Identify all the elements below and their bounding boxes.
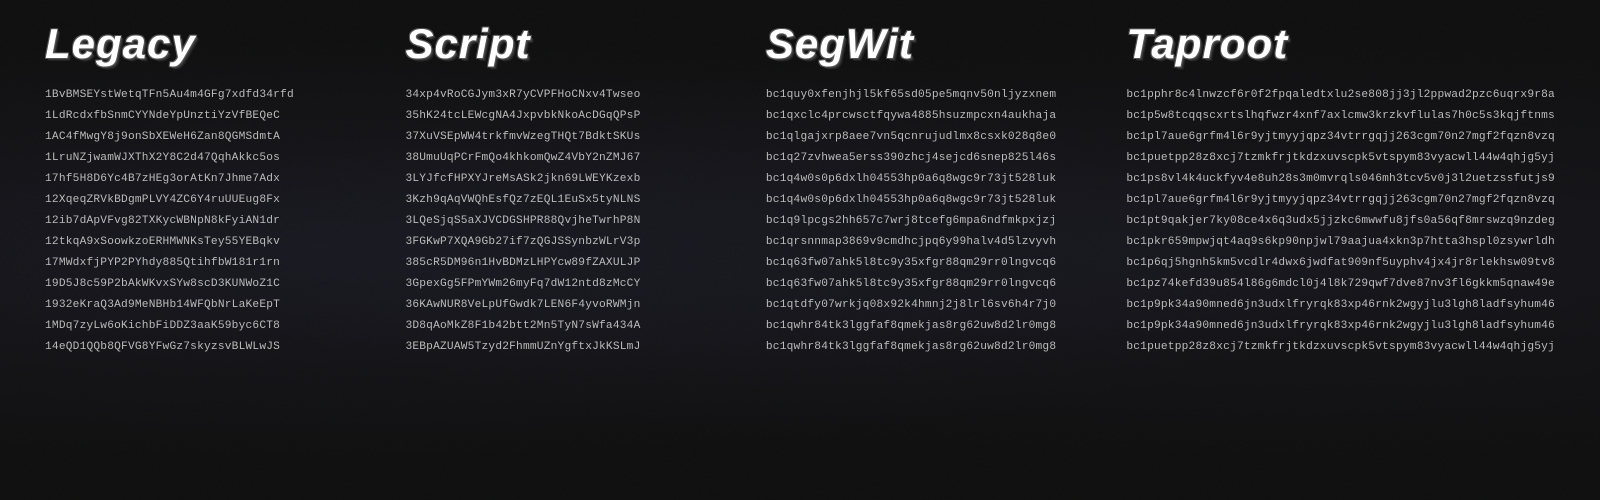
title-legacy: Legacy xyxy=(45,20,375,68)
address-item[interactable]: 1AC4fMwgY8j9onSbXEWeH6Zan8QGMSdmtA xyxy=(45,128,375,147)
column-legacy: Legacy 1BvBMSEYstWetqTFn5Au4m4GFg7xdfd34r… xyxy=(30,20,390,357)
address-item[interactable]: 19D5J8c59P2bAkWKvxSYw8scD3KUNWoZ1C xyxy=(45,275,375,294)
address-item[interactable]: 1BvBMSEYstWetqTFn5Au4m4GFg7xdfd34rfd xyxy=(45,86,375,105)
address-item[interactable]: bc1qwhr84tk3lggfaf8qmekjas8rg62uw8d2lr0m… xyxy=(766,338,1096,357)
column-taproot: Taproot bc1pphr8c4lnwzcf6r0f2fpqaledtxlu2… xyxy=(1111,20,1570,357)
address-item[interactable]: 1932eKraQ3Ad9MeNBHb14WFQbNrLaKeEpT xyxy=(45,296,375,315)
address-item[interactable]: bc1pphr8c4lnwzcf6r0f2fpqaledtxlu2se808jj… xyxy=(1126,86,1555,105)
address-item[interactable]: bc1qrsnnmap3869v9cmdhcjpq6y99halv4d5lzvy… xyxy=(766,233,1096,252)
address-item[interactable]: bc1q63fw07ahk5l8tc9y35xfgr88qm29rr0lngvc… xyxy=(766,275,1096,294)
title-segwit: SegWit xyxy=(766,20,1096,68)
address-item[interactable]: bc1quy0xfenjhjl5kf65sd05pe5mqnv50nljyzxn… xyxy=(766,86,1096,105)
address-item[interactable]: bc1qwhr84tk3lggfaf8qmekjas8rg62uw8d2lr0m… xyxy=(766,317,1096,336)
column-script: Script 34xp4vRoCGJym3xR7yCVPFHoCNxv4Twseo… xyxy=(390,20,750,357)
address-item[interactable]: bc1puetpp28z8xcj7tzmkfrjtkdzxuvscpk5vtsp… xyxy=(1126,149,1555,168)
address-item[interactable]: bc1pz74kefd39u854l86g6mdcl0j4l8k729qwf7d… xyxy=(1126,275,1555,294)
address-item[interactable]: 38UmuUqPCrFmQo4khkomQwZ4VbY2nZMJ67 xyxy=(405,149,735,168)
address-item[interactable]: bc1pt9qakjer7ky08ce4x6q3udx5jjzkc6mwwfu8… xyxy=(1126,212,1555,231)
address-item[interactable]: bc1qxclc4prcwsctfqywa4885hsuzmpcxn4aukha… xyxy=(766,107,1096,126)
address-item[interactable]: bc1q4w0s0p6dxlh04553hp0a6q8wgc9r73jt528l… xyxy=(766,191,1096,210)
address-item[interactable]: 12tkqA9xSoowkzoERHMWNKsTey55YEBqkv xyxy=(45,233,375,252)
address-item[interactable]: 12ib7dApVFvg82TXKycWBNpN8kFyiAN1dr xyxy=(45,212,375,231)
address-item[interactable]: 17MWdxfjPYP2PYhdy885QtihfbW181r1rn xyxy=(45,254,375,273)
title-script: Script xyxy=(405,20,735,68)
address-item[interactable]: bc1p9pk34a90mned6jn3udxlfryrqk83xp46rnk2… xyxy=(1126,296,1555,315)
address-item[interactable]: bc1q63fw07ahk5l8tc9y35xfgr88qm29rr0lngvc… xyxy=(766,254,1096,273)
address-item[interactable]: bc1puetpp28z8xcj7tzmkfrjtkdzxuvscpk5vtsp… xyxy=(1126,338,1555,357)
address-item[interactable]: bc1pl7aue6grfm4l6r9yjtmyyjqpz34vtrrgqjj2… xyxy=(1126,191,1555,210)
address-item[interactable]: bc1p6qj5hgnh5km5vcdlr4dwx6jwdfat909nf5uy… xyxy=(1126,254,1555,273)
address-item[interactable]: bc1pl7aue6grfm4l6r9yjtmyyjqpz34vtrrgqjj2… xyxy=(1126,128,1555,147)
title-taproot: Taproot xyxy=(1126,20,1555,68)
address-item[interactable]: 1LruNZjwamWJXThX2Y8C2d47QqhAkkc5os xyxy=(45,149,375,168)
address-item[interactable]: bc1q9lpcgs2hh657c7wrj8tcefg6mpa6ndfmkpxj… xyxy=(766,212,1096,231)
address-item[interactable]: 3Kzh9qAqVWQhEsfQz7zEQL1EuSx5tyNLNS xyxy=(405,191,735,210)
address-item[interactable]: bc1qlgajxrp8aee7vn5qcnrujudlmx8csxk028q8… xyxy=(766,128,1096,147)
address-item[interactable]: 3D8qAoMkZ8F1b42btt2Mn5TyN7sWfa434A xyxy=(405,317,735,336)
address-item[interactable]: bc1q27zvhwea5erss390zhcj4sejcd6snep825l4… xyxy=(766,149,1096,168)
address-item[interactable]: 3EBpAZUAW5Tzyd2FhmmUZnYgftxJkKSLmJ xyxy=(405,338,735,357)
address-item[interactable]: 3LQeSjqS5aXJVCDGSHPR88QvjheTwrhP8N xyxy=(405,212,735,231)
address-list-taproot: bc1pphr8c4lnwzcf6r0f2fpqaledtxlu2se808jj… xyxy=(1126,86,1555,357)
address-item[interactable]: 3FGKwP7XQA9Gb27if7zQGJSSynbzWLrV3p xyxy=(405,233,735,252)
address-item[interactable]: bc1p9pk34a90mned6jn3udxlfryrqk83xp46rnk2… xyxy=(1126,317,1555,336)
address-item[interactable]: bc1pkr659mpwjqt4aq9s6kp90npjwl79aajua4xk… xyxy=(1126,233,1555,252)
address-list-legacy: 1BvBMSEYstWetqTFn5Au4m4GFg7xdfd34rfd 1LdR… xyxy=(45,86,375,357)
address-item[interactable]: bc1p5w8tcqqscxrtslhqfwzr4xnf7axlcmw3krzk… xyxy=(1126,107,1555,126)
address-item[interactable]: 14eQD1QQb8QFVG8YFwGz7skyzsvBLWLwJS xyxy=(45,338,375,357)
column-segwit: SegWit bc1quy0xfenjhjl5kf65sd05pe5mqnv50n… xyxy=(751,20,1111,357)
address-item[interactable]: 1MDq7zyLw6oKichbFiDDZ3aaK59byc6CT8 xyxy=(45,317,375,336)
address-item[interactable]: 37XuVSEpWW4trkfmvWzegTHQt7BdktSKUs xyxy=(405,128,735,147)
address-item[interactable]: bc1qtdfy07wrkjq08x92k4hmnj2j8lrl6sv6h4r7… xyxy=(766,296,1096,315)
address-item[interactable]: 36KAwNUR8VeLpUfGwdk7LEN6F4yvoRWMjn xyxy=(405,296,735,315)
address-item[interactable]: 385cR5DM96n1HvBDMzLHPYcw89fZAXULJP xyxy=(405,254,735,273)
address-list-segwit: bc1quy0xfenjhjl5kf65sd05pe5mqnv50nljyzxn… xyxy=(766,86,1096,357)
address-item[interactable]: bc1q4w0s0p6dxlh04553hp0a6q8wgc9r73jt528l… xyxy=(766,170,1096,189)
address-item[interactable]: bc1ps8vl4k4uckfyv4e8uh28s3m0mvrqls046mh3… xyxy=(1126,170,1555,189)
address-item[interactable]: 3LYJfcfHPXYJreMsASk2jkn69LWEYKzexb xyxy=(405,170,735,189)
address-item[interactable]: 17hf5H8D6Yc4B7zHEg3orAtKn7Jhme7Adx xyxy=(45,170,375,189)
address-list-script: 34xp4vRoCGJym3xR7yCVPFHoCNxv4Twseo 35hK24… xyxy=(405,86,735,357)
address-item[interactable]: 34xp4vRoCGJym3xR7yCVPFHoCNxv4Twseo xyxy=(405,86,735,105)
address-item[interactable]: 35hK24tcLEWcgNA4JxpvbkNkoAcDGqQPsP xyxy=(405,107,735,126)
main-grid: Legacy 1BvBMSEYstWetqTFn5Au4m4GFg7xdfd34r… xyxy=(0,0,1600,377)
address-item[interactable]: 1LdRcdxfbSnmCYYNdeYpUnztiYzVfBEQeC xyxy=(45,107,375,126)
address-item[interactable]: 3GpexGg5FPmYWm26myFq7dW12ntd8zMcCY xyxy=(405,275,735,294)
address-item[interactable]: 12XqeqZRVkBDgmPLVY4ZC6Y4ruUUEug8Fx xyxy=(45,191,375,210)
